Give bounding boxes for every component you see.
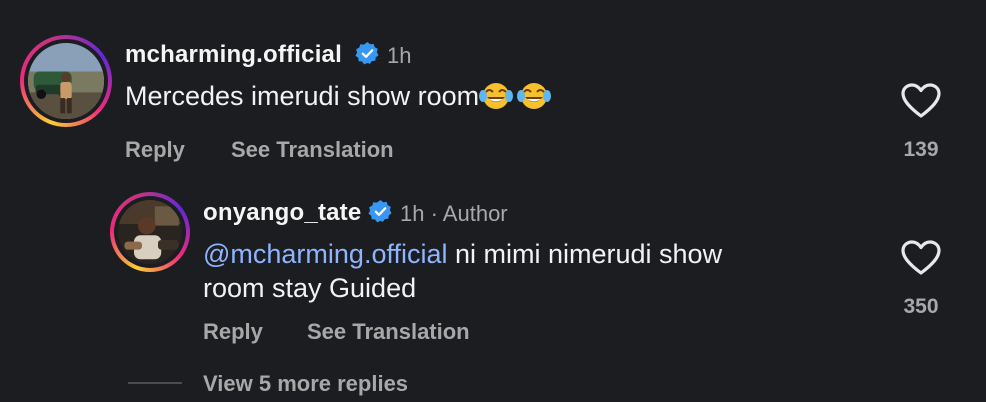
comment-reply-button[interactable]: Reply [125, 137, 185, 163]
view-more-replies-button[interactable]: View 5 more replies [203, 371, 408, 397]
reply-like-count: 350 [903, 295, 939, 318]
avatar-onyango[interactable] [110, 192, 190, 272]
reply-mention-link[interactable]: @mcharming.official [203, 239, 448, 269]
comment-text: Mercedes imerudi show room [125, 79, 552, 113]
comment-like-heart-icon[interactable] [901, 83, 941, 119]
reply-text-line1: ni mimi nimerudi show [447, 239, 723, 269]
reply-see-translation-button[interactable]: See Translation [307, 319, 470, 345]
avatar-photo [118, 200, 182, 264]
comment-like-count: 139 [903, 138, 939, 161]
reply-reply-button[interactable]: Reply [203, 319, 263, 345]
comment-username[interactable]: mcharming.official [125, 41, 342, 69]
avatar-photo [28, 43, 104, 119]
reply-username[interactable]: onyango_tate [203, 199, 361, 227]
comment-see-translation-button[interactable]: See Translation [231, 137, 394, 163]
verified-badge-icon [355, 41, 380, 66]
reply-text-line2: room stay Guided [203, 273, 417, 303]
joy-emoji-icon [479, 80, 514, 110]
reply-text: @mcharming.official ni mimi nimerudi sho… [203, 237, 722, 271]
avatar-mcharming[interactable] [20, 35, 112, 127]
verified-badge-icon [368, 199, 393, 224]
reply-meta: 1h · Author [400, 201, 508, 226]
comment-timestamp: 1h [387, 43, 412, 68]
joy-emoji-icon [517, 80, 552, 110]
comment-text-content: Mercedes imerudi show room [125, 81, 480, 111]
reply-like-heart-icon[interactable] [901, 240, 941, 276]
thread-divider [128, 382, 182, 384]
